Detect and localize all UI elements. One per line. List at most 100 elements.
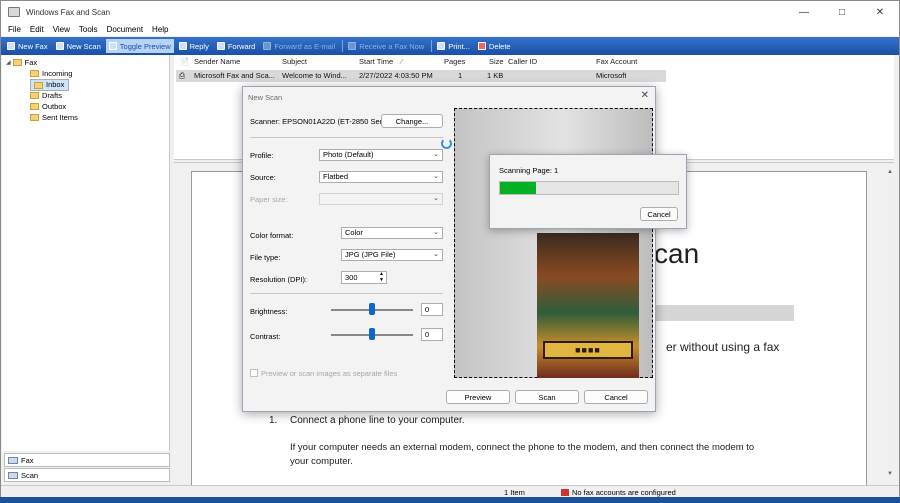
toolbar-separator bbox=[431, 40, 433, 52]
dialog-close-icon[interactable]: ✕ bbox=[641, 90, 649, 101]
scan-button[interactable]: Scan bbox=[515, 390, 579, 404]
title-bar: Windows Fax and Scan — □ ✕ bbox=[1, 1, 899, 23]
sort-indicator-icon: ⁄ bbox=[401, 57, 403, 66]
scan-preview-area[interactable]: ■■■■ bbox=[454, 108, 653, 378]
separate-files-checkbox[interactable] bbox=[250, 369, 258, 377]
tree-item-sent-items[interactable]: Sent Items bbox=[30, 112, 78, 123]
status-item-count: 1 Item bbox=[504, 488, 525, 497]
paper-size-select[interactable]: ⌄ bbox=[319, 193, 443, 205]
row-start-time: 2/27/2022 4:03:50 PM bbox=[359, 71, 433, 80]
loading-spinner-icon bbox=[441, 138, 452, 149]
expand-caret-icon[interactable]: ◢ bbox=[6, 59, 11, 66]
file-type-select[interactable]: JPG (JPG File) ⌄ bbox=[341, 249, 443, 261]
new-scan-button[interactable]: New Scan bbox=[53, 39, 104, 53]
window-title: Windows Fax and Scan bbox=[26, 7, 111, 17]
receive-fax-icon bbox=[348, 42, 357, 50]
tree-item-drafts[interactable]: Drafts bbox=[30, 90, 62, 101]
source-select[interactable]: Flatbed ⌄ bbox=[319, 171, 443, 183]
menu-edit[interactable]: Edit bbox=[30, 25, 44, 34]
contrast-label: Contrast: bbox=[250, 332, 281, 341]
scroll-up-icon[interactable]: ▲ bbox=[887, 169, 893, 175]
minimize-icon[interactable]: — bbox=[785, 1, 823, 23]
column-sender-name[interactable]: Sender Name bbox=[194, 57, 240, 69]
scan-icon bbox=[8, 471, 18, 479]
chevron-down-icon: ⌄ bbox=[433, 173, 439, 180]
toolbar: New Fax New Scan Toggle Preview Reply Fo… bbox=[1, 37, 899, 55]
doc-step-detail-2: your computer. bbox=[290, 456, 353, 467]
toolbar-separator bbox=[342, 40, 344, 52]
tree-root-fax[interactable]: ◢ Fax bbox=[6, 57, 37, 68]
scroll-down-icon[interactable]: ▼ bbox=[887, 471, 893, 477]
new-scan-icon bbox=[55, 42, 64, 50]
new-fax-button[interactable]: New Fax bbox=[4, 39, 51, 53]
change-scanner-button[interactable]: Change... bbox=[381, 114, 443, 128]
stepper-arrows-icon[interactable]: ▲ ▼ bbox=[379, 271, 384, 283]
forward-icon bbox=[216, 42, 225, 50]
color-format-select[interactable]: Color ⌄ bbox=[341, 227, 443, 239]
receive-fax-button[interactable]: Receive a Fax Now bbox=[345, 39, 427, 53]
menu-view[interactable]: View bbox=[53, 25, 70, 34]
preview-scrollbar[interactable]: ▲ ▼ bbox=[886, 163, 894, 483]
menu-tools[interactable]: Tools bbox=[79, 25, 98, 34]
row-account: Microsoft bbox=[596, 71, 627, 80]
brightness-label: Brightness: bbox=[250, 307, 288, 316]
preview-button[interactable]: Preview bbox=[446, 390, 510, 404]
brightness-input[interactable]: 0 bbox=[421, 303, 443, 316]
preview-icon bbox=[108, 42, 117, 50]
progress-cancel-button[interactable]: Cancel bbox=[640, 207, 678, 221]
fax-view-button[interactable]: Fax bbox=[4, 453, 170, 467]
menu-document[interactable]: Document bbox=[107, 25, 143, 34]
column-start-time[interactable]: Start Time bbox=[359, 57, 393, 69]
column-caller-id[interactable]: Caller ID bbox=[508, 57, 537, 69]
brightness-slider-thumb[interactable] bbox=[369, 303, 375, 315]
desktop-taskbar-strip bbox=[0, 497, 900, 503]
attachment-column-icon[interactable]: 📄 bbox=[180, 57, 189, 69]
chevron-down-icon: ⌄ bbox=[433, 229, 439, 236]
doc-step-detail-1: If your computer needs an external modem… bbox=[290, 442, 755, 453]
contrast-input[interactable]: 0 bbox=[421, 328, 443, 341]
column-fax-account[interactable]: Fax Account bbox=[596, 57, 637, 69]
cancel-button[interactable]: Cancel bbox=[584, 390, 648, 404]
print-button[interactable]: Print... bbox=[434, 39, 473, 53]
doc-shaded-bar bbox=[642, 305, 794, 321]
contrast-slider-thumb[interactable] bbox=[369, 328, 375, 340]
scan-progress-bar bbox=[499, 181, 679, 195]
fax-app-icon bbox=[8, 7, 20, 17]
paper-size-label: Paper size: bbox=[250, 195, 288, 204]
printer-icon bbox=[437, 42, 446, 50]
column-pages[interactable]: Pages bbox=[444, 57, 465, 69]
folder-icon bbox=[30, 70, 39, 77]
tree-item-incoming[interactable]: Incoming bbox=[30, 68, 72, 79]
separate-files-label: Preview or scan images as separate files bbox=[261, 369, 398, 378]
divider bbox=[250, 293, 443, 294]
fax-icon bbox=[8, 456, 18, 464]
toggle-preview-button[interactable]: Toggle Preview bbox=[105, 39, 174, 53]
folder-icon bbox=[30, 114, 39, 121]
folder-icon bbox=[12, 59, 22, 66]
cover-title-art: ■■■■ bbox=[543, 341, 633, 359]
profile-select[interactable]: Photo (Default) ⌄ bbox=[319, 149, 443, 161]
delete-button[interactable]: Delete bbox=[475, 39, 514, 53]
status-fax-accounts: No fax accounts are configured bbox=[561, 488, 676, 497]
file-type-label: File type: bbox=[250, 253, 281, 262]
fax-document-icon: ⎙ bbox=[179, 71, 185, 80]
forward-button[interactable]: Forward bbox=[214, 39, 259, 53]
scan-view-button[interactable]: Scan bbox=[4, 468, 170, 482]
column-size[interactable]: Size bbox=[489, 57, 504, 69]
forward-as-email-button[interactable]: Forward as E-mail bbox=[260, 39, 338, 53]
close-icon[interactable]: ✕ bbox=[861, 1, 899, 23]
doc-heading: can bbox=[654, 238, 700, 269]
reply-button[interactable]: Reply bbox=[176, 39, 212, 53]
resolution-label: Resolution (DPI): bbox=[250, 275, 308, 284]
profile-label: Profile: bbox=[250, 151, 274, 160]
menu-file[interactable]: File bbox=[8, 25, 21, 34]
column-subject[interactable]: Subject bbox=[282, 57, 307, 69]
maximize-icon[interactable]: □ bbox=[823, 1, 861, 23]
menu-help[interactable]: Help bbox=[152, 25, 168, 34]
folder-icon bbox=[30, 92, 39, 99]
row-pages: 1 bbox=[458, 71, 463, 80]
tree-item-outbox[interactable]: Outbox bbox=[30, 101, 66, 112]
row-subject: Welcome to Wind... bbox=[282, 71, 347, 80]
resolution-stepper[interactable]: 300 ▲ ▼ bbox=[341, 271, 387, 284]
delete-icon bbox=[477, 42, 486, 50]
